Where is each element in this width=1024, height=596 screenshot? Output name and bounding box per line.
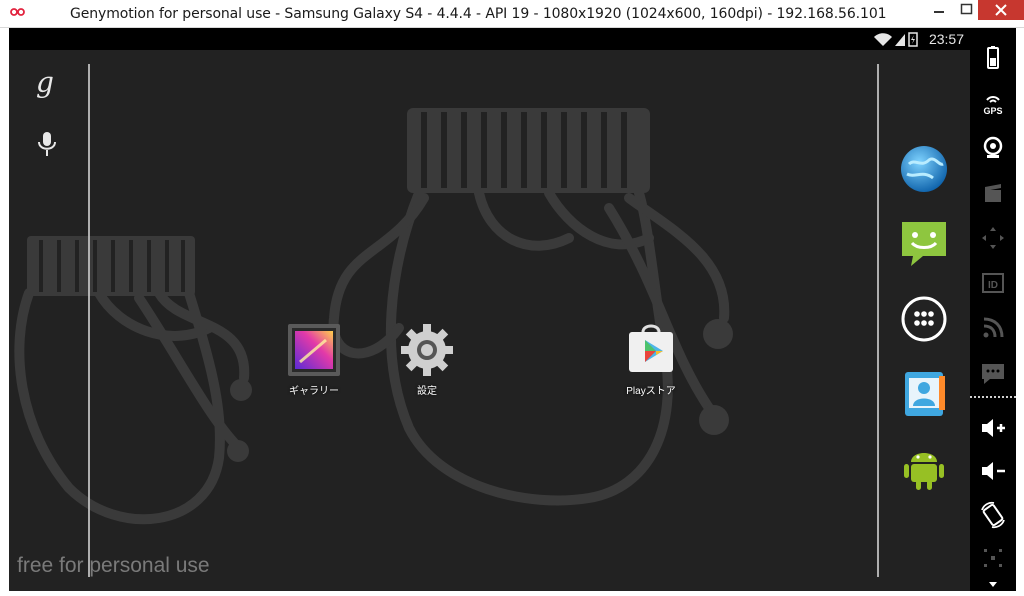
window-title-bar: Genymotion for personal use - Samsung Ga… bbox=[0, 0, 1024, 28]
toolbar-scroll-down-icon[interactable] bbox=[988, 580, 998, 588]
personal-use-watermark: free for personal use bbox=[17, 554, 210, 577]
capture-widget-icon[interactable] bbox=[978, 178, 1008, 208]
wifi-icon bbox=[874, 33, 892, 46]
volume-up-icon[interactable] bbox=[978, 413, 1008, 443]
browser-icon[interactable] bbox=[899, 144, 949, 194]
google-search-icon[interactable]: g bbox=[36, 66, 54, 99]
app-gallery[interactable]: ギャラリー bbox=[278, 322, 350, 397]
pixel-perfect-icon[interactable] bbox=[978, 543, 1008, 573]
android-screen[interactable]: 23:57 g ギャラリー 設定 Playストア free for person… bbox=[9, 28, 970, 591]
app-drawer-icon[interactable] bbox=[899, 294, 949, 344]
contacts-icon[interactable] bbox=[899, 368, 949, 418]
genymotion-toolbar: GPS ID bbox=[970, 28, 1016, 591]
camera-widget-icon[interactable] bbox=[978, 133, 1008, 163]
mic-icon[interactable] bbox=[37, 131, 57, 157]
messaging-icon[interactable] bbox=[899, 218, 949, 268]
gallery-icon bbox=[288, 324, 340, 376]
app-play-store[interactable]: Playストア bbox=[615, 322, 687, 397]
close-button[interactable] bbox=[978, 0, 1024, 20]
status-bar: 23:57 bbox=[9, 28, 970, 50]
window-left-border bbox=[0, 28, 9, 596]
genymotion-logo-icon bbox=[10, 8, 25, 16]
battery-icon bbox=[908, 32, 918, 47]
gps-label: GPS bbox=[983, 106, 1002, 116]
window-right-border bbox=[1016, 28, 1024, 596]
rotate-icon[interactable] bbox=[978, 500, 1008, 530]
home-right-edge-line bbox=[877, 64, 879, 577]
mittens-wallpaper bbox=[14, 108, 733, 525]
android-icon[interactable] bbox=[899, 442, 949, 492]
app-label: 設定 bbox=[417, 386, 437, 397]
id-label: ID bbox=[988, 280, 998, 291]
window-title: Genymotion for personal use - Samsung Ga… bbox=[70, 6, 887, 22]
battery-widget-icon[interactable] bbox=[978, 43, 1008, 73]
status-time: 23:57 bbox=[928, 31, 964, 47]
network-icon[interactable] bbox=[978, 313, 1008, 343]
remote-control-icon[interactable] bbox=[978, 223, 1008, 253]
signal-icon bbox=[895, 34, 905, 46]
identifiers-icon[interactable]: ID bbox=[978, 268, 1008, 298]
app-label: Playストア bbox=[626, 386, 676, 397]
app-settings[interactable]: 設定 bbox=[391, 322, 463, 397]
home-left-edge-line bbox=[88, 64, 90, 577]
app-label: ギャラリー bbox=[289, 386, 339, 397]
settings-icon bbox=[401, 324, 453, 376]
sms-icon[interactable] bbox=[978, 358, 1008, 388]
toolbar-separator bbox=[970, 396, 1016, 398]
close-icon bbox=[995, 4, 1007, 16]
volume-down-icon[interactable] bbox=[978, 456, 1008, 486]
window-bottom-border bbox=[0, 591, 1024, 596]
gps-widget-icon[interactable]: GPS bbox=[978, 90, 1008, 120]
play-store-icon bbox=[629, 324, 673, 372]
